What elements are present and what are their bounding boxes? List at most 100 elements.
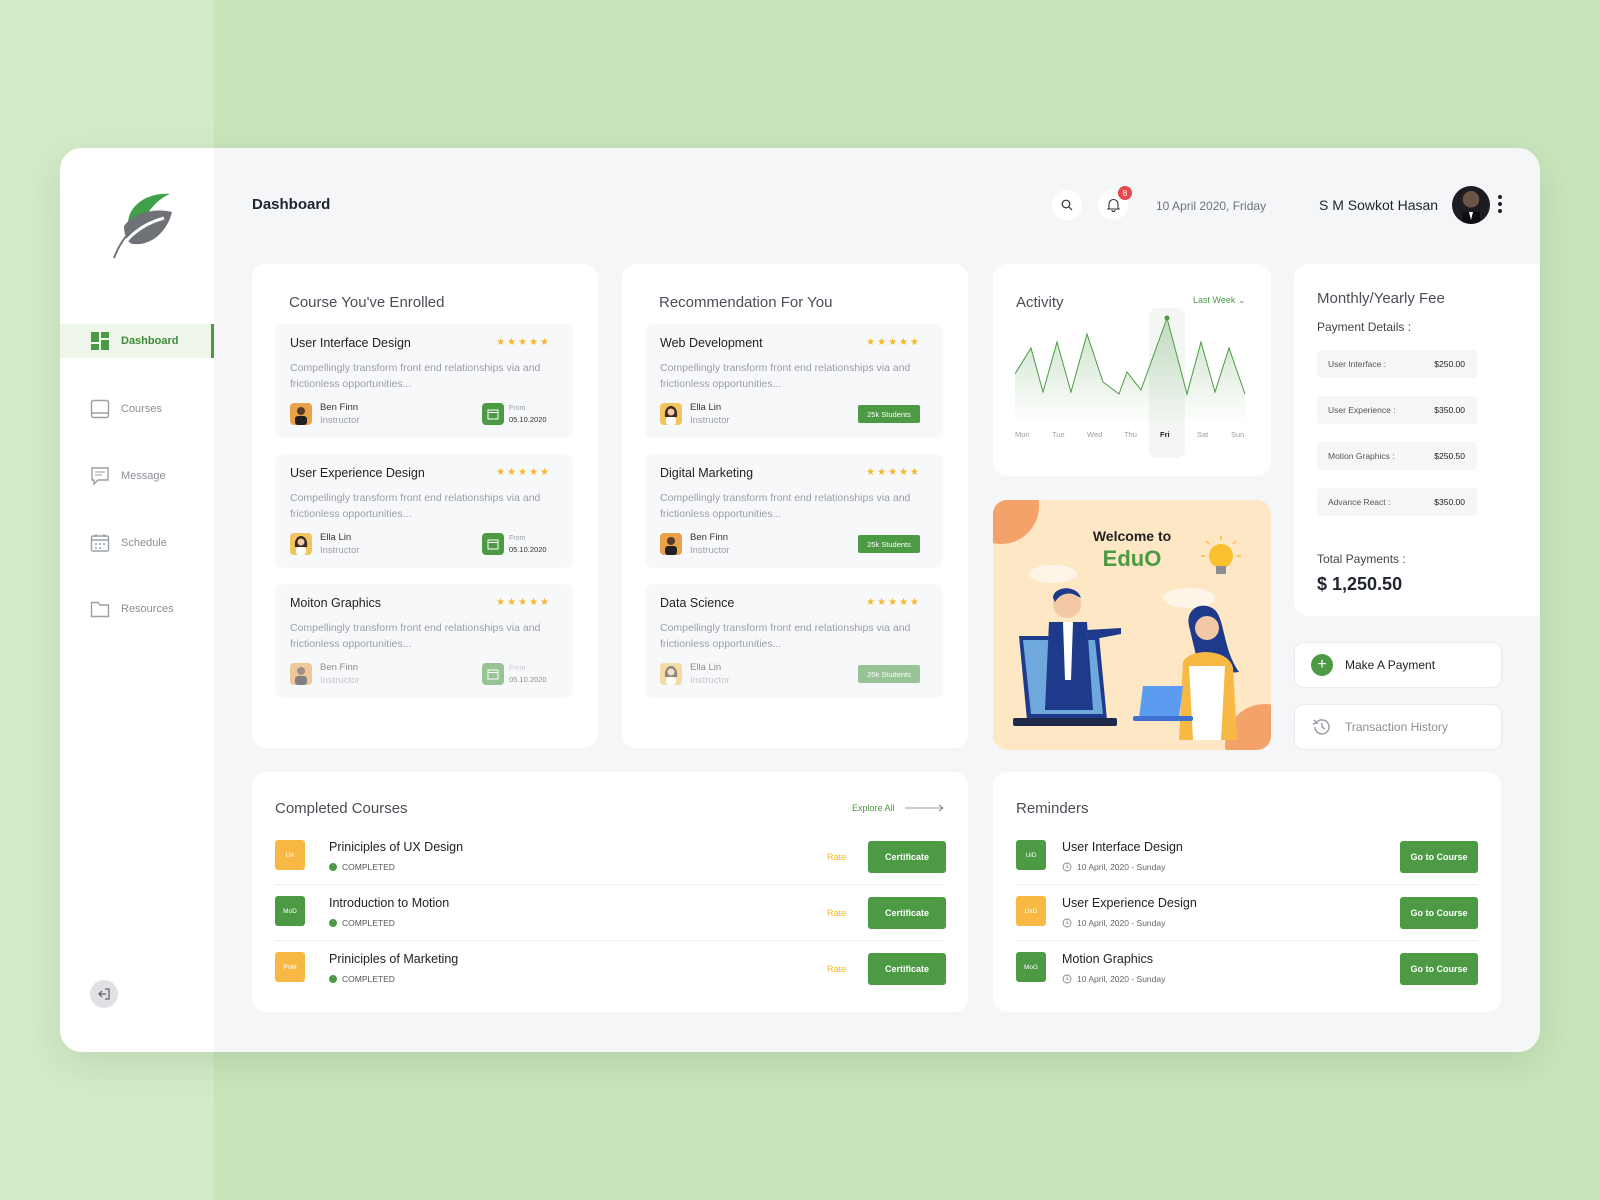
course-title: Moiton Graphics — [290, 596, 382, 610]
calendar-icon — [90, 533, 110, 553]
sidebar-item-message[interactable]: Message — [60, 459, 214, 493]
divider — [275, 940, 945, 941]
reminder-title: Motion Graphics — [1062, 952, 1154, 966]
fee-amount: $350.00 — [1434, 497, 1465, 507]
instructor-avatar — [290, 403, 312, 425]
instructor-name: Ella Lin — [320, 532, 352, 543]
go-to-course-button[interactable]: Go to Course — [1400, 841, 1478, 873]
certificate-button[interactable]: Certificate — [868, 953, 946, 985]
fee-label: Motion Graphics : — [1328, 451, 1395, 461]
period-label: Last Week — [1193, 295, 1236, 305]
course-card[interactable]: Data Science ★★★★★ Compellingly transfor… — [645, 584, 943, 698]
instructor-name: Ben Finn — [320, 402, 359, 413]
go-to-course-button[interactable]: Go to Course — [1400, 897, 1478, 929]
activity-card: Activity Last Week ⌄ Mon Tue Wed Thu Fri… — [993, 264, 1271, 476]
sidebar-item-schedule[interactable]: Schedule — [60, 526, 214, 560]
course-description: Compellingly transform front end relatio… — [290, 622, 541, 650]
certificate-button[interactable]: Certificate — [868, 897, 946, 929]
star-rating: ★★★★★ — [866, 597, 921, 608]
completed-courses-card: Completed Courses Explore All UX Prinici… — [252, 772, 968, 1012]
course-badge: MoD — [275, 896, 305, 926]
book-icon — [90, 399, 110, 419]
sidebar-item-resources[interactable]: Resources — [60, 592, 214, 626]
course-description: Compellingly transform front end relatio… — [290, 492, 541, 520]
instructor-avatar — [290, 663, 312, 685]
make-payment-button[interactable]: + Make A Payment — [1294, 642, 1502, 688]
user-name[interactable]: S M Sowkot Hasan — [1319, 197, 1438, 213]
card-title: Activity — [1016, 294, 1064, 311]
day-label-selected[interactable]: Fri — [1160, 430, 1170, 439]
notification-badge: 8 — [1118, 186, 1132, 200]
sidebar-item-dashboard[interactable]: Dashboard — [60, 324, 214, 358]
arrow-right-icon — [904, 804, 944, 812]
course-title: Priniciples of UX Design — [329, 840, 464, 854]
course-status: COMPLETED — [329, 862, 395, 872]
day-label: Mon — [1015, 430, 1030, 439]
dashboard-icon — [90, 331, 110, 351]
instructor-name: Ben Finn — [320, 662, 359, 673]
certificate-button[interactable]: Certificate — [868, 841, 946, 873]
course-card[interactable]: Web Development ★★★★★ Compellingly trans… — [645, 324, 943, 438]
course-title: Priniciples of Marketing — [329, 952, 459, 966]
fee-row: Motion Graphics : $250.50 — [1317, 442, 1477, 470]
check-icon — [329, 975, 337, 983]
calendar-icon — [482, 533, 504, 555]
rate-link[interactable]: Rate — [827, 852, 846, 862]
app-window: Dashboard Courses Message Schedule Resou… — [60, 148, 1540, 1052]
fee-amount: $350.00 — [1434, 405, 1465, 415]
logout-icon — [98, 988, 110, 1000]
from-label: From — [509, 405, 526, 412]
more-options-button[interactable] — [1498, 194, 1504, 213]
course-title: User Experience Design — [290, 466, 425, 480]
rate-link[interactable]: Rate — [827, 964, 846, 974]
star-rating: ★★★★★ — [866, 467, 921, 478]
day-label: Wed — [1087, 430, 1103, 439]
welcome-banner: Welcome to EduO — [993, 500, 1271, 750]
day-label: Sun — [1231, 430, 1245, 439]
explore-all-label: Explore All — [852, 803, 895, 813]
instructor-name: Ben Finn — [690, 532, 729, 543]
instructor-avatar — [290, 533, 312, 555]
calendar-icon — [482, 403, 504, 425]
instructor-role: Instructor — [690, 545, 730, 556]
course-title: Data Science — [660, 596, 735, 610]
students-count-button[interactable]: 25k Students — [858, 405, 920, 423]
sidebar-item-label: Resources — [121, 603, 174, 615]
star-rating: ★★★★★ — [496, 467, 551, 478]
user-avatar[interactable] — [1452, 186, 1490, 224]
search-button[interactable] — [1052, 190, 1082, 220]
course-card[interactable]: Moiton Graphics ★★★★★ Compellingly trans… — [275, 584, 573, 698]
course-card[interactable]: User Interface Design ★★★★★ Compellingly… — [275, 324, 573, 438]
students-count-button[interactable]: 25k Students — [858, 665, 920, 683]
reminder-date-text: 10 April, 2020 - Sunday — [1077, 974, 1166, 984]
course-title: Introduction to Motion — [329, 896, 450, 910]
instructor-role: Instructor — [320, 415, 360, 426]
page-title: Dashboard — [252, 196, 331, 213]
clock-icon — [1062, 974, 1072, 984]
course-card[interactable]: User Experience Design ★★★★★ Compellingl… — [275, 454, 573, 568]
sidebar-item-courses[interactable]: Courses — [60, 392, 214, 426]
course-card[interactable]: Digital Marketing ★★★★★ Compellingly tra… — [645, 454, 943, 568]
enrolled-courses-card: Course You've Enrolled User Interface De… — [252, 264, 598, 748]
course-badge: UxD — [1016, 896, 1046, 926]
instructor-role: Instructor — [320, 545, 360, 556]
transaction-history-button[interactable]: Transaction History — [1294, 704, 1502, 750]
course-badge: PoM — [275, 952, 305, 982]
logo — [113, 193, 172, 259]
instructor-avatar — [660, 663, 682, 685]
status-text: COMPLETED — [342, 918, 395, 928]
fee-amount: $250.50 — [1434, 451, 1465, 461]
chevron-down-icon: ⌄ — [1237, 295, 1246, 305]
logout-button[interactable] — [90, 980, 118, 1008]
card-title: Recommendation For You — [659, 294, 833, 311]
fee-row: User Interface : $250.00 — [1317, 350, 1477, 378]
search-icon — [1061, 199, 1073, 211]
instructor-role: Instructor — [320, 675, 360, 686]
sidebar: Dashboard Courses Message Schedule Resou… — [60, 148, 214, 1052]
rate-link[interactable]: Rate — [827, 908, 846, 918]
go-to-course-button[interactable]: Go to Course — [1400, 953, 1478, 985]
period-dropdown[interactable]: Last Week ⌄ — [1193, 295, 1245, 306]
explore-all-link[interactable]: Explore All — [852, 803, 945, 813]
course-description: Compellingly transform front end relatio… — [290, 362, 541, 390]
students-count-button[interactable]: 25k Students — [858, 535, 920, 553]
